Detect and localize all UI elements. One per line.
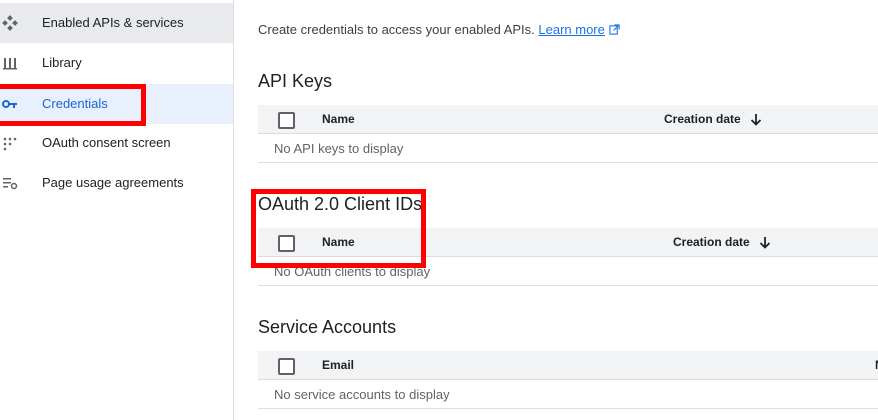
oauth-consent-icon: [3, 137, 17, 151]
sidebar-item-enabled-apis[interactable]: Enabled APIs & services: [0, 3, 233, 43]
api-keys-title: API Keys: [258, 71, 333, 91]
column-creation-date[interactable]: Creation date: [664, 112, 762, 127]
intro-description: Create credentials to access your enable…: [258, 22, 535, 37]
column-name[interactable]: Name: [322, 235, 355, 249]
column-label: Creation date: [673, 235, 750, 249]
service-accounts-title: Service Accounts: [258, 317, 397, 337]
column-email[interactable]: Email: [322, 358, 354, 372]
learn-more-label: Learn more: [538, 22, 605, 37]
oauth-empty-row: No OAuth clients to display: [258, 257, 878, 286]
sidebar-item-label: Credentials: [42, 96, 108, 111]
oauth-title: OAuth 2.0 Client IDs: [258, 194, 423, 214]
sidebar-item-label: Library: [42, 55, 82, 70]
column-creation-date[interactable]: Creation date: [673, 235, 771, 250]
sidebar: Enabled APIs & services Library Credenti…: [0, 0, 234, 420]
sidebar-item-credentials[interactable]: Credentials: [0, 84, 233, 124]
select-all-checkbox[interactable]: [278, 112, 295, 129]
main-content: Create credentials to access your enable…: [234, 0, 878, 420]
select-all-checkbox[interactable]: [278, 358, 295, 375]
sidebar-item-oauth-consent[interactable]: OAuth consent screen: [0, 123, 233, 163]
apis-diamond-icon: [2, 15, 18, 31]
empty-message: No API keys to display: [274, 141, 404, 156]
empty-message: No service accounts to display: [274, 387, 450, 402]
sidebar-item-library[interactable]: Library: [0, 43, 233, 83]
empty-message: No OAuth clients to display: [274, 264, 431, 279]
column-label: Creation date: [664, 112, 741, 126]
sidebar-item-label: Enabled APIs & services: [42, 15, 184, 30]
select-all-checkbox[interactable]: [278, 235, 295, 252]
intro-text: Create credentials to access your enable…: [258, 22, 620, 37]
external-link-icon[interactable]: [608, 24, 620, 35]
sidebar-item-label: OAuth consent screen: [42, 135, 171, 150]
column-name[interactable]: Name: [322, 112, 355, 126]
oauth-table-header: Name Creation date: [258, 228, 878, 257]
sidebar-item-label: Page usage agreements: [42, 175, 184, 190]
learn-more-link[interactable]: Learn more: [538, 22, 604, 37]
library-icon: [3, 58, 17, 70]
arrow-down-icon[interactable]: [750, 113, 762, 127]
sidebar-item-page-usage[interactable]: Page usage agreements: [0, 163, 233, 203]
arrow-down-icon[interactable]: [759, 236, 771, 250]
settings-list-icon: [3, 178, 18, 190]
api-keys-table-header: Name Creation date: [258, 105, 878, 134]
api-keys-empty-row: No API keys to display: [258, 134, 878, 163]
service-accounts-table-header: Email N: [258, 351, 878, 380]
key-icon: [2, 100, 17, 108]
service-accounts-empty-row: No service accounts to display: [258, 380, 878, 409]
